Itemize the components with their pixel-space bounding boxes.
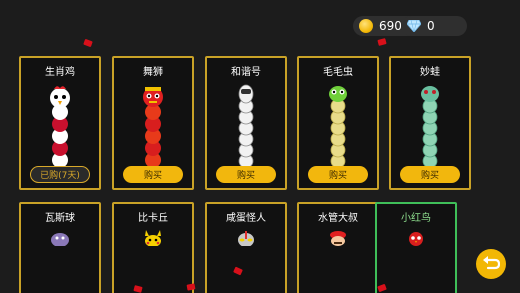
- red-envelope-icon: [83, 38, 93, 48]
- mario-icon: [330, 231, 346, 246]
- owned-button[interactable]: 已购(7天): [30, 166, 90, 183]
- buy-button[interactable]: 购买: [400, 166, 460, 183]
- skin-card-harmony-train[interactable]: 和谐号 购买: [205, 56, 287, 190]
- pikachu-icon: [145, 230, 161, 246]
- skin-name: 生肖鸡: [45, 67, 75, 78]
- return-arrow-icon: [483, 256, 500, 270]
- coin-icon: [359, 19, 373, 33]
- skin-name: 妙蛙: [420, 67, 440, 78]
- skin-name: 水管大叔: [318, 213, 358, 224]
- gem-counter: 0: [401, 16, 467, 36]
- gem-amount: 0: [427, 19, 435, 33]
- skin-card-lion-dance[interactable]: 舞狮 购买: [112, 56, 194, 190]
- skin-name: 小红鸟: [401, 213, 431, 224]
- buy-button[interactable]: 购买: [216, 166, 276, 183]
- skin-card-angry-bird[interactable]: 小红鸟: [375, 202, 457, 293]
- red-envelope-icon: [377, 38, 387, 46]
- red-envelope-icon: [186, 283, 196, 291]
- ultraman-icon: [238, 231, 254, 246]
- buy-button[interactable]: 购买: [123, 166, 183, 183]
- skin-card-bulbasaur[interactable]: 妙蛙 购买: [389, 56, 471, 190]
- skin-name: 和谐号: [231, 67, 261, 78]
- coin-amount: 690: [379, 19, 402, 33]
- buy-button[interactable]: 购买: [308, 166, 368, 183]
- skin-card-caterpillar[interactable]: 毛毛虫 购买: [297, 56, 379, 190]
- skin-name: 咸蛋怪人: [226, 213, 266, 224]
- skin-name: 毛毛虫: [323, 67, 353, 78]
- skin-name: 舞狮: [143, 67, 163, 78]
- koffing-icon: [51, 233, 69, 246]
- skin-card-pikachu[interactable]: 比卡丘: [112, 202, 194, 293]
- skin-name: 瓦斯球: [45, 213, 75, 224]
- back-button[interactable]: [476, 249, 506, 279]
- skin-name: 比卡丘: [138, 213, 168, 224]
- skin-card-ultraman[interactable]: 咸蛋怪人: [205, 202, 287, 293]
- red-bird-icon: [409, 232, 423, 246]
- diamond-icon: [407, 20, 421, 32]
- skin-card-chicken[interactable]: 生肖鸡 已购(7天): [19, 56, 101, 190]
- skin-card-mario[interactable]: 水管大叔: [297, 202, 379, 293]
- skin-card-koffing[interactable]: 瓦斯球: [19, 202, 101, 293]
